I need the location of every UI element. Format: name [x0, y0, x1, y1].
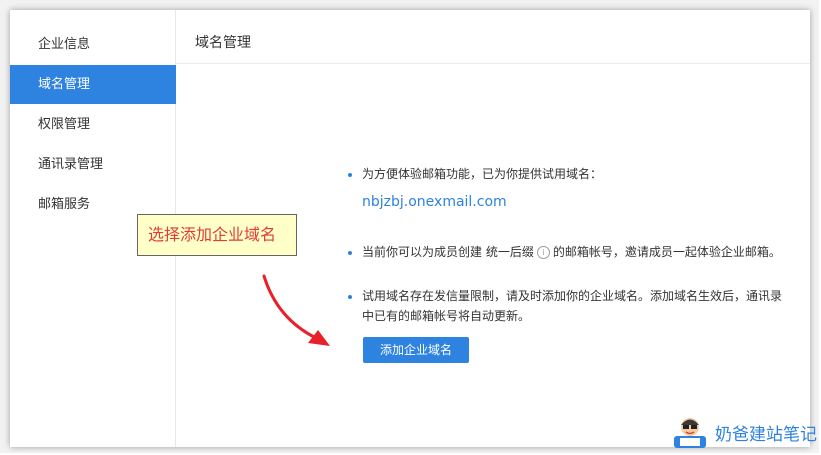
watermark: 奶爸建站笔记 [670, 414, 817, 448]
info-icon[interactable]: i [536, 246, 550, 259]
trial-domain-notice: 为方便体验邮箱功能，已为你提供试用域名： [362, 167, 603, 181]
title-divider [176, 63, 810, 64]
bullet-icon [348, 173, 352, 177]
sidebar-item-domain-management[interactable]: 域名管理 [10, 65, 176, 104]
bullet-icon [348, 295, 352, 299]
screenshot-frame: 企业信息 域名管理 权限管理 通讯录管理 邮箱服务 域名管理 为方便体验邮箱功能… [0, 0, 819, 453]
page-title: 域名管理 [195, 35, 251, 51]
suffix-notice-part2: 的邮箱帐号，邀请成员一起体验企业邮箱。 [552, 245, 781, 259]
trial-domain-value: nbjzbj.onexmail.com [362, 194, 507, 210]
annotation-callout: 选择添加企业域名 [137, 214, 297, 256]
bullet-icon [348, 251, 352, 255]
settings-panel: 企业信息 域名管理 权限管理 通讯录管理 邮箱服务 域名管理 为方便体验邮箱功能… [10, 10, 817, 448]
suffix-notice: 当前你可以为成员创建 统一后缀 i 的邮箱帐号，邀请成员一起体验企业邮箱。 [362, 242, 781, 262]
annotation-arrow-icon [262, 274, 330, 346]
mascot-icon [674, 418, 706, 448]
sidebar-item-company-info[interactable]: 企业信息 [10, 25, 176, 64]
suffix-notice-part1: 当前你可以为成员创建 统一后缀 [362, 245, 534, 259]
sidebar-item-permission-management[interactable]: 权限管理 [10, 105, 176, 144]
add-enterprise-domain-button[interactable]: 添加企业域名 [363, 337, 469, 363]
limit-notice: 试用域名存在发信量限制，请及时添加你的企业域名。添加域名生效后，通讯录 中已有的… [362, 286, 802, 326]
limit-notice-line1: 试用域名存在发信量限制，请及时添加你的企业域名。添加域名生效后，通讯录 [362, 289, 783, 303]
limit-notice-line2: 中已有的邮箱帐号将自动更新。 [362, 309, 531, 323]
watermark-text: 奶爸建站笔记 [715, 425, 817, 445]
sidebar-item-contacts-management[interactable]: 通讯录管理 [10, 145, 176, 184]
